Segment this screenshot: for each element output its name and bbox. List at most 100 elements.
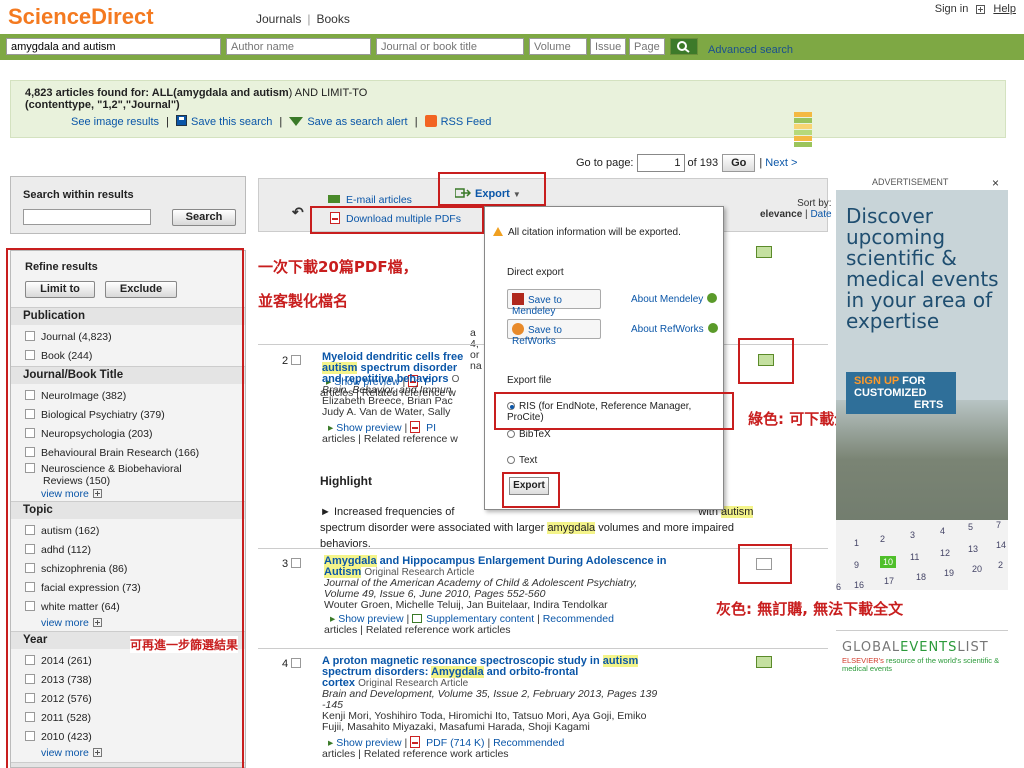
bibtex-radio[interactable]: BibTeX (507, 429, 551, 440)
close-icon[interactable]: × (992, 176, 999, 190)
global-events-list-logo[interactable]: GLOBALEVENTSLIST (842, 640, 989, 655)
advanced-search-link[interactable]: Advanced search (708, 44, 793, 56)
result-title[interactable]: Myeloid dendritic cells free autism spect… (322, 352, 492, 385)
cal-day: 12 (940, 548, 951, 558)
page-number-input[interactable]: 1 (636, 154, 685, 172)
sort-controls: Sort by: elevance | Date (760, 198, 832, 220)
ad-signup: SIGN UP (854, 375, 900, 387)
keywords-input[interactable] (6, 38, 221, 55)
alert-icon (289, 117, 304, 126)
pager-separator: | (759, 156, 763, 169)
full-text-available-icon[interactable] (756, 656, 772, 668)
radio-label: BibTeX (519, 429, 551, 440)
related-links[interactable]: articles | Related reference work articl… (322, 749, 742, 760)
radio[interactable] (507, 430, 515, 438)
help-link[interactable]: Help (993, 3, 1016, 15)
about-refworks-link[interactable]: About RefWorks (631, 323, 718, 335)
ad-signup-text: ERTS (914, 399, 944, 411)
result-num-text: 2 (282, 355, 289, 367)
cal-day: 2 (880, 534, 886, 544)
search-within-input[interactable] (23, 209, 151, 225)
result-number: 4 (282, 658, 307, 670)
warning-text: All citation information will be exporte… (508, 227, 681, 238)
cal-day: 3 (910, 530, 916, 540)
result-checkbox[interactable] (291, 658, 302, 668)
related-links[interactable]: articles | Related reference work articl… (324, 625, 744, 636)
title-highlight: autism (602, 655, 639, 667)
cal-day: 18 (916, 572, 927, 582)
query-line2: (contenttype, "1,2","Journal") (25, 99, 180, 111)
found-text: articles found for: ALL( (55, 87, 177, 99)
sign-in-link[interactable]: Sign in (935, 3, 969, 15)
result-checkbox[interactable] (291, 355, 302, 365)
cal-day: 2 (998, 560, 1004, 570)
issue-input[interactable] (590, 38, 626, 55)
search-alert-link[interactable]: Save as search alert (307, 116, 407, 128)
ad-signup-box[interactable]: SIGN UP FOR CUSTOMIZED ERTS (846, 372, 956, 414)
radio[interactable] (507, 456, 515, 464)
green-icon-annotation-box (738, 338, 794, 384)
result-checkbox[interactable] (291, 558, 302, 568)
logo-part: EVENTS (900, 640, 958, 655)
cal-day: 4 (940, 526, 946, 536)
text-radio[interactable]: Text (507, 455, 537, 466)
cal-day: 16 (854, 580, 865, 590)
mendeley-icon (512, 293, 524, 305)
journal-input[interactable] (376, 38, 524, 55)
cal-day: 20 (972, 564, 983, 574)
title-text: and Hippocampus Enlargement During Adole… (376, 555, 667, 567)
advertisement[interactable]: Discover upcoming scientific & medical e… (836, 190, 1008, 590)
result-title[interactable]: Amygdala and Hippocampus Enlargement Dur… (324, 555, 744, 578)
save-to-refworks-button[interactable]: Save to RefWorks (507, 319, 601, 347)
page-total: of 193 (687, 156, 719, 169)
sciencedirect-logo[interactable]: ScienceDirect (8, 4, 154, 30)
result-actions: See image results | Save this search | S… (71, 115, 495, 128)
about-mendeley-link[interactable]: About Mendeley (631, 293, 718, 305)
see-image-results-link[interactable]: See image results (71, 116, 159, 128)
result-count: 4,823 (25, 87, 53, 99)
highlight-text: ► Increased frequencies of with autism sp… (320, 504, 808, 552)
rss-feed-link[interactable]: RSS Feed (441, 116, 492, 128)
highlight-part: ► Increased frequencies of (320, 506, 455, 518)
result-number: 2 (282, 355, 307, 367)
expand-icon[interactable] (976, 4, 986, 14)
recommended-link[interactable]: Recommended (543, 613, 614, 625)
user-links: Sign in Help (935, 3, 1016, 15)
result-title[interactable]: A proton magnetic resonance spectroscopi… (322, 655, 742, 689)
sort-date[interactable]: Date (810, 209, 831, 220)
article-type: O (451, 374, 460, 385)
cal-day: 13 (968, 544, 979, 554)
nav-books[interactable]: Books (316, 12, 349, 26)
title-text: and orbito-frontal (486, 666, 579, 678)
save-icon (176, 115, 188, 126)
search-button[interactable] (670, 38, 698, 55)
cal-day: 6 (836, 582, 842, 590)
author-input[interactable] (226, 38, 371, 55)
global-events-tagline: ELSEVIER's resource of the world's scien… (842, 657, 1012, 673)
go-page-button[interactable]: Go (722, 154, 756, 172)
related-links[interactable]: articles | Related reference w (322, 434, 492, 445)
volume-input[interactable] (529, 38, 587, 55)
page-input[interactable] (629, 38, 665, 55)
save-search-link[interactable]: Save this search (191, 116, 272, 128)
annotation-filter: 可再進一步篩選結果 (130, 636, 239, 653)
top-nav: Journals | Books (256, 12, 350, 26)
journal-citation: Brain and Development, Volume 35, Issue … (322, 688, 658, 700)
authors: Fujii, Masahito Miyazaki, Masafumi Harad… (322, 721, 590, 733)
search-within-button[interactable]: Search (172, 209, 236, 226)
cal-day: 11 (910, 552, 920, 562)
email-articles-link[interactable]: E-mail articles (328, 194, 412, 206)
nav-journals[interactable]: Journals (256, 12, 301, 26)
pdf-icon (410, 736, 421, 748)
direct-export-label: Direct export (507, 267, 564, 278)
nav-separator: | (307, 12, 311, 26)
pdf-icon (410, 421, 421, 433)
authors: Judy A. Van de Water, Sally (322, 406, 451, 418)
full-text-available-icon[interactable] (756, 246, 772, 258)
pagination: Go to page: 1 of 193 Go | Next > (576, 154, 797, 172)
save-to-mendeley-button[interactable]: Save to Mendeley (507, 289, 601, 317)
sort-relevance[interactable]: elevance (760, 209, 802, 220)
annotation-gray: 灰色: 無訂購, 無法下載全文 (716, 598, 904, 619)
next-page-link[interactable]: Next > (765, 157, 797, 169)
query-rest: ) AND LIMIT-TO (288, 87, 368, 99)
